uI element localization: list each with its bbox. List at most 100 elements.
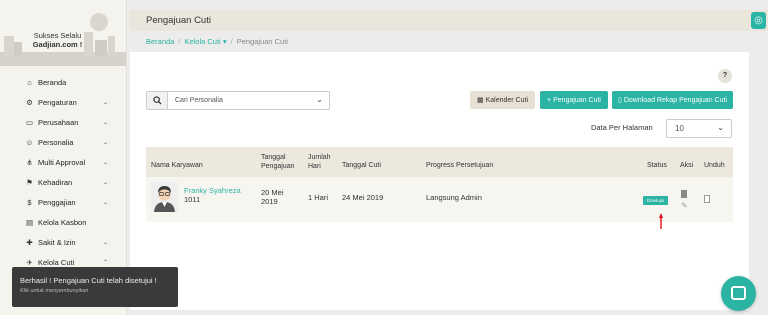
sidebar-item-personalia[interactable]: ☺ Personalia ⌄	[0, 132, 126, 152]
chevron-down-icon: ⌄	[103, 119, 109, 126]
employee-name-link[interactable]: Franky Syahreza	[184, 186, 241, 195]
col-header-submit-date-line1: Tanggal	[261, 154, 286, 161]
download-recap-button-label: Download Rekap Pengajuan Cuti	[623, 96, 727, 104]
submit-date-line1: 20 Mei	[261, 188, 284, 197]
sidebar-item-label: Kehadiran	[38, 177, 73, 187]
plane-icon: ✈	[26, 257, 33, 267]
sidebar-item-pengaturan[interactable]: ⚙ Pengaturan ⌄	[0, 92, 126, 112]
leave-date-cell: 24 Mei 2019	[342, 193, 384, 202]
toast-hint: Klik untuk menyembunyikan	[20, 288, 89, 294]
folder-icon: ▭	[25, 117, 34, 127]
per-page-value: 10	[675, 124, 684, 133]
per-page-label: Data Per Halaman	[591, 123, 653, 132]
calendar-icon: ▦	[476, 97, 484, 104]
col-header-progress: Progress Persetujuan	[426, 162, 494, 169]
breadcrumb-section-label: Kelola Cuti	[184, 37, 221, 46]
dollar-icon: $	[27, 197, 32, 207]
help-button[interactable]: ?	[718, 69, 732, 83]
sidebar-item-label: Beranda	[38, 77, 67, 87]
breadcrumb: Beranda / Kelola Cuti ▾ / Pengajuan Cuti	[146, 37, 288, 46]
sidebar-nav: ⌂ Beranda ⚙ Pengaturan ⌄ ▭ Perusahaan ⌄ ☺ Pers…	[0, 72, 126, 272]
sidebar-item-label: Penggajian	[38, 197, 76, 207]
submit-date-cell: 20 Mei 2019	[261, 188, 284, 206]
pointer-arrow	[659, 213, 663, 229]
avatar	[151, 182, 178, 212]
sidebar-item-sakit-izin[interactable]: ✚ Sakit & Izin ⌄	[0, 232, 126, 252]
sidebar-item-label: Multi Approval	[38, 157, 86, 167]
breadcrumb-section-link[interactable]: Kelola Cuti ▾	[184, 37, 226, 46]
breadcrumb-home-link[interactable]: Beranda	[146, 37, 174, 46]
personalia-search[interactable]: Cari Personalia ⌄	[146, 91, 330, 110]
sidebar-item-label: Pengaturan	[38, 97, 77, 107]
table-header: Nama Karyawan Tanggal Pengajuan Jumlah H…	[146, 147, 733, 177]
chevron-down-icon: ⌄	[103, 239, 109, 246]
col-header-submit-date-line2: Pengajuan	[261, 162, 295, 170]
brand-block: Sukses Selalu Gadjian.com !	[0, 0, 126, 66]
edit-icon[interactable]: ✎	[681, 201, 688, 210]
flag-icon: ⚑	[26, 177, 33, 187]
chat-icon	[731, 286, 746, 300]
main-card: ? Cari Personalia ⌄ ▦ Kalender Cuti + Peng…	[130, 52, 749, 310]
col-header-submit-date: Tanggal Pengajuan	[261, 154, 294, 171]
calendar-button[interactable]: ▦ Kalender Cuti	[470, 91, 535, 109]
sidebar-item-label: Perusahaan	[38, 117, 79, 127]
employee-id: 1011	[184, 195, 201, 204]
leave-table: Nama Karyawan Tanggal Pengajuan Jumlah H…	[146, 147, 733, 222]
brand-name: Gadjian.com !	[32, 40, 83, 49]
file-icon: ▯	[618, 97, 622, 104]
col-header-leave-date: Tanggal Cuti	[342, 162, 381, 169]
progress-cell: Langsung Admin	[426, 193, 482, 202]
sidebar-item-perusahaan[interactable]: ▭ Perusahaan ⌄	[0, 112, 126, 132]
ticket-icon: ▤	[25, 217, 34, 227]
file-detail-icon[interactable]	[681, 190, 687, 198]
breadcrumb-separator: /	[178, 37, 181, 46]
search-select-value: Cari Personalia	[175, 97, 223, 104]
medkit-icon: ✚	[26, 237, 33, 247]
search-icon	[147, 92, 168, 109]
sidebar-item-beranda[interactable]: ⌂ Beranda	[0, 72, 126, 92]
employee-cell: Franky Syahreza 1011	[184, 186, 241, 204]
sidebar-item-label: Kelola Kasbon	[38, 217, 87, 227]
per-page-select[interactable]: 10 ⌄	[666, 119, 732, 138]
breadcrumb-separator: /	[230, 37, 233, 46]
chat-button[interactable]	[721, 276, 756, 311]
table-row: Franky Syahreza 1011 20 Mei 2019 1 Hari …	[146, 177, 733, 222]
submit-date-line2: 2019	[261, 197, 278, 206]
breadcrumb-current: Pengajuan Cuti	[236, 37, 288, 46]
brand-text: Sukses Selalu Gadjian.com !	[0, 31, 115, 49]
success-toast[interactable]: Berhasil ! Pengajuan Cuti telah disetuju…	[12, 267, 178, 307]
col-header-status: Status	[647, 162, 667, 169]
col-header-action: Aksi	[680, 162, 694, 169]
sitemap-icon: ⋔	[26, 157, 33, 167]
gears-icon: ⚙	[26, 97, 33, 107]
sidebar-item-multi-approval[interactable]: ⋔ Multi Approval ⌄	[0, 152, 126, 172]
home-icon: ⌂	[27, 77, 32, 87]
chevron-down-icon: ⌄	[103, 139, 109, 146]
page-header: Pengajuan Cuti	[129, 10, 768, 31]
calendar-button-label: Kalender Cuti	[485, 96, 529, 104]
search-select[interactable]: Cari Personalia ⌄	[168, 92, 329, 109]
chevron-up-icon: ⌃	[103, 259, 109, 266]
status-badge: Disetujui	[643, 196, 669, 205]
brand-tagline: Sukses Selalu	[33, 31, 82, 40]
sidebar-item-label: Personalia	[38, 137, 74, 147]
smile-icon: ☺	[25, 137, 34, 147]
add-leave-button[interactable]: + Pengajuan Cuti	[540, 91, 608, 109]
chevron-down-icon: ⌄	[103, 179, 109, 186]
day-count-cell: 1 Hari	[308, 193, 329, 202]
download-recap-button[interactable]: ▯ Download Rekap Pengajuan Cuti	[612, 91, 733, 109]
chevron-down-icon: ⌄	[103, 199, 109, 206]
download-file-icon[interactable]	[704, 195, 710, 203]
chevron-down-icon: ⌄	[717, 123, 724, 132]
col-header-day-count-line2: Hari	[308, 162, 321, 170]
sidebar-item-kehadiran[interactable]: ⚑ Kehadiran ⌄	[0, 172, 126, 192]
chevron-down-icon: ⌄	[316, 95, 323, 104]
col-header-name: Nama Karyawan	[151, 162, 203, 169]
toast-message: Berhasil ! Pengajuan Cuti telah disetuju…	[20, 276, 157, 285]
sidebar-item-penggajian[interactable]: $ Penggajian ⌄	[0, 192, 126, 212]
corner-toggle-button[interactable]: ◎	[751, 12, 766, 29]
chevron-down-icon: ⌄	[103, 99, 109, 106]
page-title: Pengajuan Cuti	[146, 15, 211, 26]
sidebar-item-kelola-kasbon[interactable]: ▤ Kelola Kasbon	[0, 212, 126, 232]
caret-down-icon: ▾	[222, 37, 227, 46]
